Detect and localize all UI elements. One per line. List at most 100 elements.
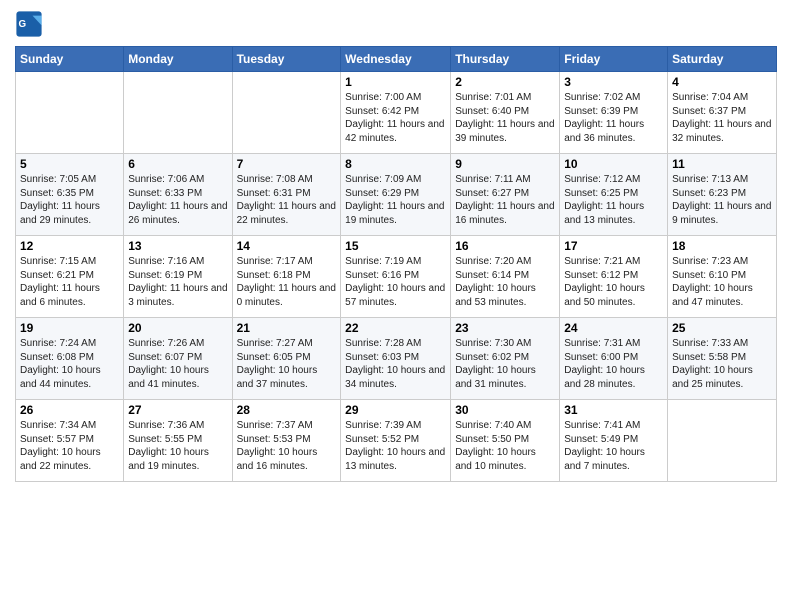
- table-row: 16 Sunrise: 7:20 AM Sunset: 6:14 PM Dayli…: [451, 236, 560, 318]
- day-info: Sunrise: 7:09 AM Sunset: 6:29 PM Dayligh…: [345, 173, 446, 227]
- calendar-week-row: 19Sunrise: 7:24 AM Sunset: 6:08 PM Dayli…: [16, 318, 777, 400]
- table-row: 23 Sunrise: 7:30 AM Sunset: 6:02 PM Dayli…: [451, 318, 560, 400]
- day-info: Sunrise: 7:41 AM Sunset: 5:49 PM Dayligh…: [564, 419, 663, 473]
- table-row: [232, 72, 341, 154]
- table-row: 3 Sunrise: 7:02 AM Sunset: 6:39 PM Daylig…: [560, 72, 668, 154]
- col-thursday: Thursday: [451, 47, 560, 72]
- table-row: 1 Sunrise: 7:00 AM Sunset: 6:42 PM Daylig…: [341, 72, 451, 154]
- calendar-week-row: 12 Sunrise: 7:15 AM Sunset: 6:21 PM Dayli…: [16, 236, 777, 318]
- table-row: 30 Sunrise: 7:40 AM Sunset: 5:50 PM Dayli…: [451, 400, 560, 482]
- table-row: 4 Sunrise: 7:04 AM Sunset: 6:37 PM Daylig…: [668, 72, 777, 154]
- table-row: [668, 400, 777, 482]
- day-number: 23: [455, 321, 555, 335]
- day-number: 4: [672, 75, 772, 89]
- day-number: 1: [345, 75, 446, 89]
- table-row: 21 Sunrise: 7:27 AM Sunset: 6:05 PM Dayli…: [232, 318, 341, 400]
- table-row: 6 Sunrise: 7:06 AM Sunset: 6:33 PM Daylig…: [124, 154, 232, 236]
- day-number: 15: [345, 239, 446, 253]
- day-number: 31: [564, 403, 663, 417]
- day-info: Sunrise: 7:37 AM Sunset: 5:53 PM Dayligh…: [237, 419, 337, 473]
- calendar-week-row: 1 Sunrise: 7:00 AM Sunset: 6:42 PM Daylig…: [16, 72, 777, 154]
- day-info: Sunrise: 7:08 AM Sunset: 6:31 PM Dayligh…: [237, 173, 337, 227]
- day-number: 3: [564, 75, 663, 89]
- table-row: 25Sunrise: 7:33 AM Sunset: 5:58 PM Dayli…: [668, 318, 777, 400]
- day-info: Sunrise: 7:16 AM Sunset: 6:19 PM Dayligh…: [128, 255, 227, 309]
- day-number: 30: [455, 403, 555, 417]
- day-number: 6: [128, 157, 227, 171]
- table-row: [124, 72, 232, 154]
- day-number: 12: [20, 239, 119, 253]
- svg-text:G: G: [19, 19, 27, 30]
- calendar-week-row: 26 Sunrise: 7:34 AM Sunset: 5:57 PM Dayli…: [16, 400, 777, 482]
- day-info: Sunrise: 7:06 AM Sunset: 6:33 PM Dayligh…: [128, 173, 227, 227]
- table-row: 5 Sunrise: 7:05 AM Sunset: 6:35 PM Daylig…: [16, 154, 124, 236]
- col-wednesday: Wednesday: [341, 47, 451, 72]
- col-tuesday: Tuesday: [232, 47, 341, 72]
- day-number: 14: [237, 239, 337, 253]
- day-number: 29: [345, 403, 446, 417]
- col-friday: Friday: [560, 47, 668, 72]
- day-info: Sunrise: 7:12 AM Sunset: 6:25 PM Dayligh…: [564, 173, 663, 227]
- header: G: [15, 10, 777, 38]
- day-number: 10: [564, 157, 663, 171]
- day-info: Sunrise: 7:26 AM Sunset: 6:07 PM Dayligh…: [128, 337, 227, 391]
- day-info: Sunrise: 7:11 AM Sunset: 6:27 PM Dayligh…: [455, 173, 555, 227]
- logo-icon: G: [15, 10, 43, 38]
- day-info: Sunrise: 7:23 AM Sunset: 6:10 PM Dayligh…: [672, 255, 772, 309]
- day-info: Sunrise: 7:02 AM Sunset: 6:39 PM Dayligh…: [564, 91, 663, 145]
- day-number: 9: [455, 157, 555, 171]
- table-row: 17 Sunrise: 7:21 AM Sunset: 6:12 PM Dayli…: [560, 236, 668, 318]
- table-row: 31 Sunrise: 7:41 AM Sunset: 5:49 PM Dayli…: [560, 400, 668, 482]
- table-row: 14Sunrise: 7:17 AM Sunset: 6:18 PM Dayli…: [232, 236, 341, 318]
- day-number: 5: [20, 157, 119, 171]
- calendar-table: Sunday Monday Tuesday Wednesday Thursday…: [15, 46, 777, 482]
- table-row: 26 Sunrise: 7:34 AM Sunset: 5:57 PM Dayli…: [16, 400, 124, 482]
- table-row: [16, 72, 124, 154]
- calendar-header-row: Sunday Monday Tuesday Wednesday Thursday…: [16, 47, 777, 72]
- day-number: 21: [237, 321, 337, 335]
- day-number: 18: [672, 239, 772, 253]
- table-row: 19Sunrise: 7:24 AM Sunset: 6:08 PM Dayli…: [16, 318, 124, 400]
- day-number: 16: [455, 239, 555, 253]
- day-info: Sunrise: 7:36 AM Sunset: 5:55 PM Dayligh…: [128, 419, 227, 473]
- table-row: 18 Sunrise: 7:23 AM Sunset: 6:10 PM Dayli…: [668, 236, 777, 318]
- day-number: 28: [237, 403, 337, 417]
- day-info: Sunrise: 7:27 AM Sunset: 6:05 PM Dayligh…: [237, 337, 337, 391]
- col-monday: Monday: [124, 47, 232, 72]
- day-info: Sunrise: 7:40 AM Sunset: 5:50 PM Dayligh…: [455, 419, 555, 473]
- day-info: Sunrise: 7:15 AM Sunset: 6:21 PM Dayligh…: [20, 255, 119, 309]
- day-number: 7: [237, 157, 337, 171]
- day-info: Sunrise: 7:31 AM Sunset: 6:00 PM Dayligh…: [564, 337, 663, 391]
- day-number: 17: [564, 239, 663, 253]
- day-info: Sunrise: 7:34 AM Sunset: 5:57 PM Dayligh…: [20, 419, 119, 473]
- logo: G: [15, 10, 47, 38]
- table-row: 2Sunrise: 7:01 AM Sunset: 6:40 PM Daylig…: [451, 72, 560, 154]
- day-number: 26: [20, 403, 119, 417]
- day-info: Sunrise: 7:24 AM Sunset: 6:08 PM Dayligh…: [20, 337, 119, 391]
- table-row: 9 Sunrise: 7:11 AM Sunset: 6:27 PM Daylig…: [451, 154, 560, 236]
- table-row: 27Sunrise: 7:36 AM Sunset: 5:55 PM Dayli…: [124, 400, 232, 482]
- day-info: Sunrise: 7:04 AM Sunset: 6:37 PM Dayligh…: [672, 91, 772, 145]
- day-info: Sunrise: 7:20 AM Sunset: 6:14 PM Dayligh…: [455, 255, 555, 309]
- table-row: 24Sunrise: 7:31 AM Sunset: 6:00 PM Dayli…: [560, 318, 668, 400]
- day-info: Sunrise: 7:28 AM Sunset: 6:03 PM Dayligh…: [345, 337, 446, 391]
- calendar-week-row: 5 Sunrise: 7:05 AM Sunset: 6:35 PM Daylig…: [16, 154, 777, 236]
- day-number: 8: [345, 157, 446, 171]
- day-info: Sunrise: 7:30 AM Sunset: 6:02 PM Dayligh…: [455, 337, 555, 391]
- day-info: Sunrise: 7:05 AM Sunset: 6:35 PM Dayligh…: [20, 173, 119, 227]
- day-number: 13: [128, 239, 227, 253]
- day-number: 22: [345, 321, 446, 335]
- day-info: Sunrise: 7:00 AM Sunset: 6:42 PM Dayligh…: [345, 91, 446, 145]
- table-row: 13 Sunrise: 7:16 AM Sunset: 6:19 PM Dayli…: [124, 236, 232, 318]
- table-row: 15 Sunrise: 7:19 AM Sunset: 6:16 PM Dayli…: [341, 236, 451, 318]
- col-saturday: Saturday: [668, 47, 777, 72]
- day-info: Sunrise: 7:19 AM Sunset: 6:16 PM Dayligh…: [345, 255, 446, 309]
- table-row: 22 Sunrise: 7:28 AM Sunset: 6:03 PM Dayli…: [341, 318, 451, 400]
- table-row: 8 Sunrise: 7:09 AM Sunset: 6:29 PM Daylig…: [341, 154, 451, 236]
- day-number: 2: [455, 75, 555, 89]
- day-info: Sunrise: 7:21 AM Sunset: 6:12 PM Dayligh…: [564, 255, 663, 309]
- table-row: 7 Sunrise: 7:08 AM Sunset: 6:31 PM Daylig…: [232, 154, 341, 236]
- table-row: 12 Sunrise: 7:15 AM Sunset: 6:21 PM Dayli…: [16, 236, 124, 318]
- table-row: 11Sunrise: 7:13 AM Sunset: 6:23 PM Dayli…: [668, 154, 777, 236]
- col-sunday: Sunday: [16, 47, 124, 72]
